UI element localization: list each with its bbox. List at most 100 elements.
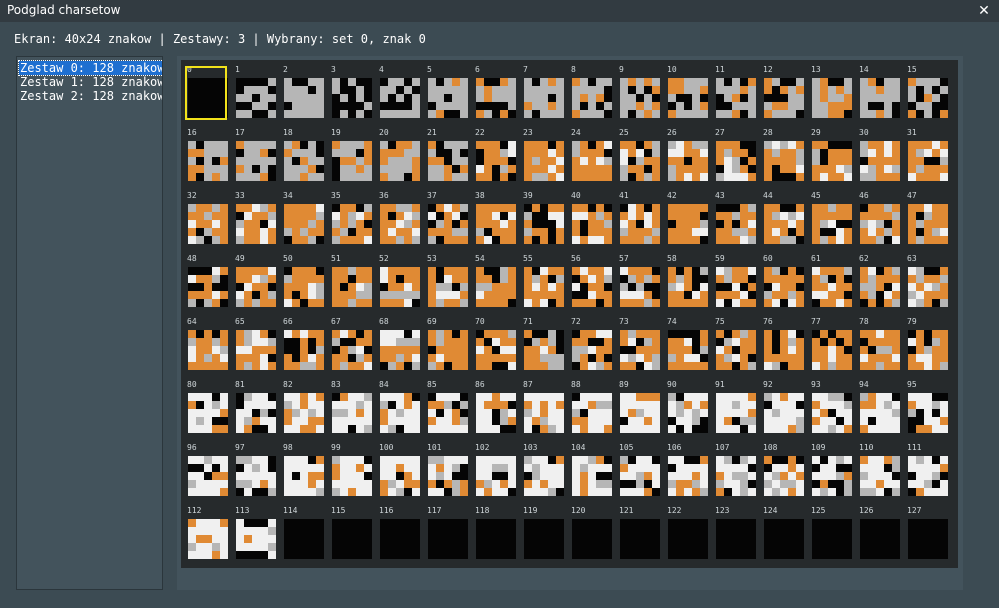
char-cell[interactable]: 69 [425, 316, 468, 370]
char-cell[interactable]: 17 [233, 127, 276, 181]
char-cell[interactable]: 15 [905, 64, 948, 118]
close-icon[interactable]: ✕ [973, 0, 995, 22]
char-cell[interactable]: 46 [857, 190, 900, 244]
char-cell[interactable]: 67 [329, 316, 372, 370]
char-cell[interactable]: 111 [905, 442, 948, 496]
char-cell[interactable]: 3 [329, 64, 372, 118]
char-cell[interactable]: 118 [473, 505, 516, 559]
char-cell[interactable]: 125 [809, 505, 852, 559]
char-cell[interactable]: 22 [473, 127, 516, 181]
char-cell[interactable]: 64 [185, 316, 228, 370]
char-cell[interactable]: 0 [185, 64, 228, 120]
char-cell[interactable]: 39 [521, 190, 564, 244]
char-cell[interactable]: 54 [473, 253, 516, 307]
char-cell[interactable]: 29 [809, 127, 852, 181]
char-cell[interactable]: 52 [377, 253, 420, 307]
char-cell[interactable]: 83 [329, 379, 372, 433]
char-cell[interactable]: 19 [329, 127, 372, 181]
char-cell[interactable]: 34 [281, 190, 324, 244]
char-cell[interactable]: 99 [329, 442, 372, 496]
char-cell[interactable]: 73 [617, 316, 660, 370]
char-cell[interactable]: 107 [713, 442, 756, 496]
char-cell[interactable]: 4 [377, 64, 420, 118]
char-cell[interactable]: 58 [665, 253, 708, 307]
char-cell[interactable]: 77 [809, 316, 852, 370]
char-cell[interactable]: 60 [761, 253, 804, 307]
char-cell[interactable]: 66 [281, 316, 324, 370]
char-cell[interactable]: 72 [569, 316, 612, 370]
char-cell[interactable]: 81 [233, 379, 276, 433]
char-cell[interactable]: 112 [185, 505, 228, 559]
char-cell[interactable]: 38 [473, 190, 516, 244]
char-cell[interactable]: 93 [809, 379, 852, 433]
char-cell[interactable]: 120 [569, 505, 612, 559]
char-cell[interactable]: 18 [281, 127, 324, 181]
char-cell[interactable]: 102 [473, 442, 516, 496]
char-cell[interactable]: 119 [521, 505, 564, 559]
char-cell[interactable]: 41 [617, 190, 660, 244]
char-cell[interactable]: 43 [713, 190, 756, 244]
char-cell[interactable]: 40 [569, 190, 612, 244]
char-cell[interactable]: 92 [761, 379, 804, 433]
char-cell[interactable]: 68 [377, 316, 420, 370]
char-cell[interactable]: 20 [377, 127, 420, 181]
char-cell[interactable]: 95 [905, 379, 948, 433]
char-cell[interactable]: 89 [617, 379, 660, 433]
char-cell[interactable]: 28 [761, 127, 804, 181]
char-cell[interactable]: 1 [233, 64, 276, 118]
char-cell[interactable]: 21 [425, 127, 468, 181]
char-cell[interactable]: 49 [233, 253, 276, 307]
char-cell[interactable]: 116 [377, 505, 420, 559]
char-cell[interactable]: 61 [809, 253, 852, 307]
char-cell[interactable]: 114 [281, 505, 324, 559]
char-cell[interactable]: 98 [281, 442, 324, 496]
charset-grid[interactable]: 0 1 2 3 4 5 6 7 8 9 10 11 12 13 14 15 16 17 18 19 20 21 22 23 24… [181, 60, 958, 568]
char-cell[interactable]: 78 [857, 316, 900, 370]
char-cell[interactable]: 9 [617, 64, 660, 118]
char-cell[interactable]: 65 [233, 316, 276, 370]
char-cell[interactable]: 33 [233, 190, 276, 244]
char-cell[interactable]: 126 [857, 505, 900, 559]
char-cell[interactable]: 25 [617, 127, 660, 181]
char-cell[interactable]: 79 [905, 316, 948, 370]
char-cell[interactable]: 50 [281, 253, 324, 307]
char-cell[interactable]: 90 [665, 379, 708, 433]
char-cell[interactable]: 110 [857, 442, 900, 496]
char-cell[interactable]: 7 [521, 64, 564, 118]
char-cell[interactable]: 45 [809, 190, 852, 244]
char-cell[interactable]: 87 [521, 379, 564, 433]
char-cell[interactable]: 62 [857, 253, 900, 307]
char-cell[interactable]: 53 [425, 253, 468, 307]
char-cell[interactable]: 32 [185, 190, 228, 244]
char-cell[interactable]: 115 [329, 505, 372, 559]
char-cell[interactable]: 57 [617, 253, 660, 307]
char-cell[interactable]: 8 [569, 64, 612, 118]
char-cell[interactable]: 51 [329, 253, 372, 307]
char-cell[interactable]: 96 [185, 442, 228, 496]
char-cell[interactable]: 124 [761, 505, 804, 559]
char-cell[interactable]: 47 [905, 190, 948, 244]
char-cell[interactable]: 11 [713, 64, 756, 118]
char-cell[interactable]: 91 [713, 379, 756, 433]
char-cell[interactable]: 13 [809, 64, 852, 118]
char-cell[interactable]: 108 [761, 442, 804, 496]
set-list-item-1[interactable]: Zestaw 1: 128 znakow, [19, 75, 162, 89]
char-cell[interactable]: 27 [713, 127, 756, 181]
char-cell[interactable]: 75 [713, 316, 756, 370]
char-cell[interactable]: 5 [425, 64, 468, 118]
char-cell[interactable]: 74 [665, 316, 708, 370]
char-cell[interactable]: 71 [521, 316, 564, 370]
char-cell[interactable]: 80 [185, 379, 228, 433]
char-cell[interactable]: 113 [233, 505, 276, 559]
char-cell[interactable]: 76 [761, 316, 804, 370]
char-cell[interactable]: 42 [665, 190, 708, 244]
char-cell[interactable]: 84 [377, 379, 420, 433]
char-cell[interactable]: 2 [281, 64, 324, 118]
char-cell[interactable]: 59 [713, 253, 756, 307]
char-cell[interactable]: 88 [569, 379, 612, 433]
char-cell[interactable]: 37 [425, 190, 468, 244]
char-cell[interactable]: 6 [473, 64, 516, 118]
char-cell[interactable]: 30 [857, 127, 900, 181]
char-cell[interactable]: 14 [857, 64, 900, 118]
char-cell[interactable]: 31 [905, 127, 948, 181]
